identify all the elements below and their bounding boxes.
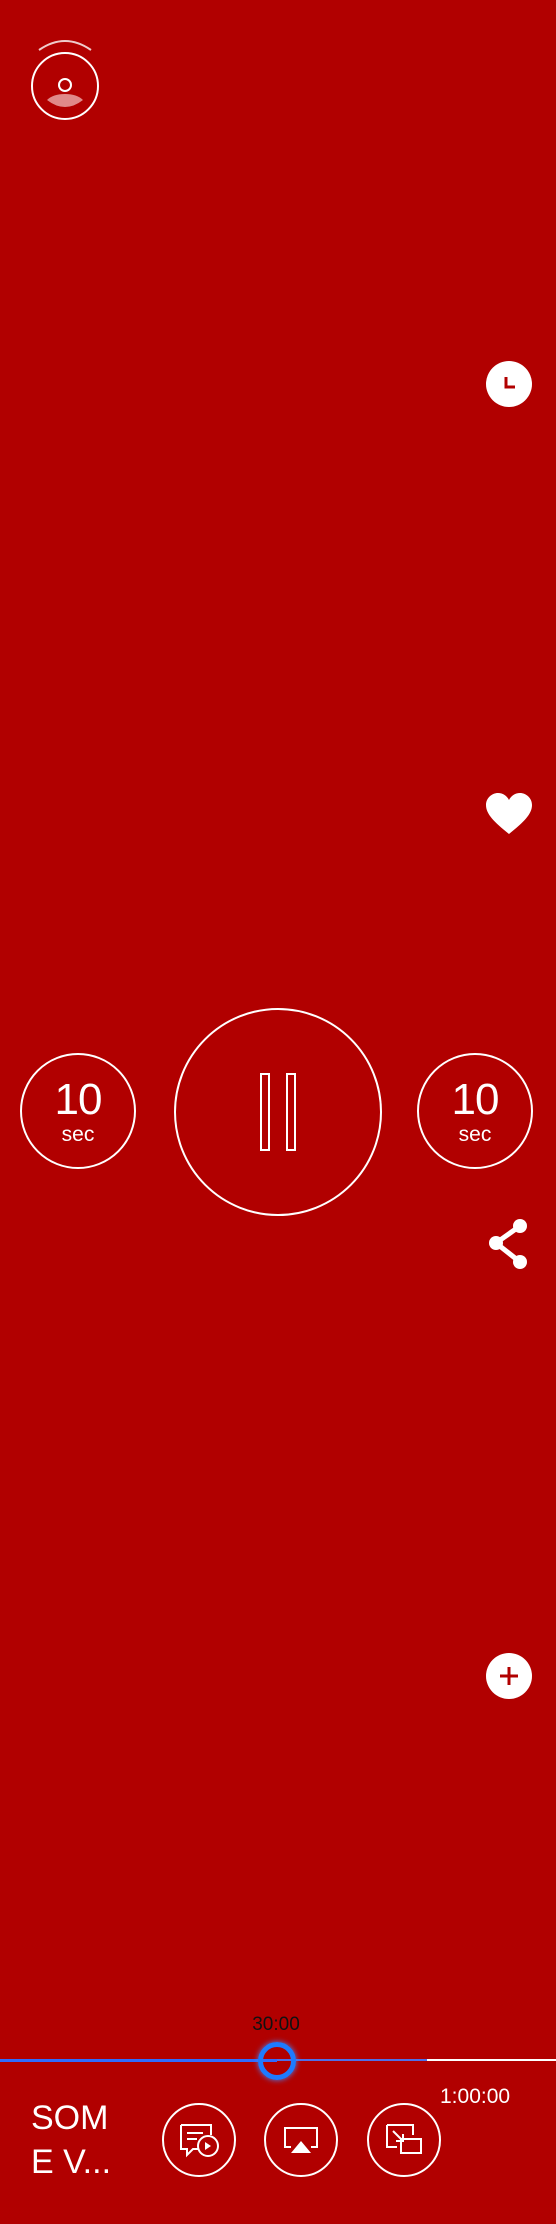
plus-icon (500, 1667, 518, 1685)
skip-forward-unit: sec (458, 1122, 492, 1146)
share-icon (489, 1219, 527, 1269)
pause-icon (260, 1073, 270, 1151)
add-button[interactable] (486, 1653, 532, 1699)
total-time: 1:00:00 (440, 2085, 511, 2108)
clock-icon (504, 377, 515, 389)
airplay-icon (284, 2127, 318, 2153)
favorite-button[interactable] (484, 792, 534, 836)
pause-icon (286, 1073, 296, 1151)
current-time: 30:00 (252, 2014, 300, 2035)
progress-thumb[interactable] (258, 2042, 296, 2080)
picture-in-picture-button[interactable] (367, 2103, 441, 2177)
cast-icon[interactable] (29, 38, 101, 124)
skip-forward-button[interactable]: 10 sec (417, 1053, 533, 1169)
share-button[interactable] (486, 1218, 530, 1270)
heart-icon (486, 793, 532, 834)
progress-remaining (427, 2059, 556, 2061)
progress-played (0, 2059, 277, 2062)
episode-title: SOM E V... (31, 2099, 112, 2181)
picture-in-picture-icon (386, 2124, 422, 2154)
skip-back-button[interactable]: 10 sec (20, 1053, 136, 1169)
skip-back-unit: sec (61, 1122, 95, 1146)
captions-audio-button[interactable] (162, 2103, 236, 2177)
pause-button[interactable] (174, 1008, 382, 1216)
progress-buffered (277, 2059, 427, 2061)
skip-forward-number: 10 (451, 1074, 500, 1124)
skip-back-number: 10 (54, 1074, 103, 1124)
caption-audio-icon (180, 2124, 219, 2158)
airplay-button[interactable] (264, 2103, 338, 2177)
clock-button[interactable] (486, 361, 532, 407)
